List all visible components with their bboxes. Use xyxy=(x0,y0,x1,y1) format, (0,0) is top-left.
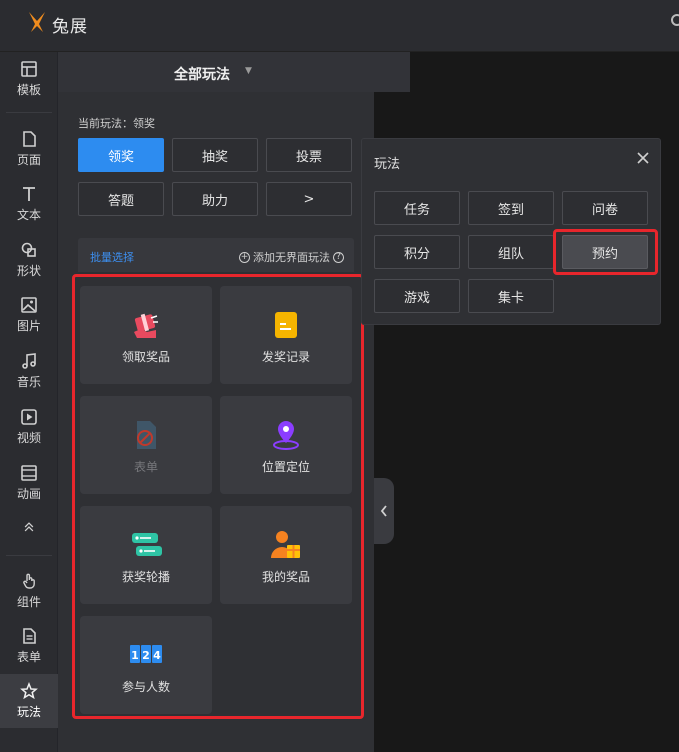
nav-divider xyxy=(6,555,52,556)
chevron-left-icon xyxy=(380,505,387,517)
popup-title: 玩法 xyxy=(374,157,401,172)
close-icon[interactable] xyxy=(636,151,650,165)
double-chevron-up-icon xyxy=(24,522,34,532)
nav-item-video[interactable]: 视频 xyxy=(0,400,58,454)
canvas-top-strip xyxy=(374,52,410,92)
page-icon xyxy=(23,131,36,147)
panel-header: 全部玩法 ▼ xyxy=(58,52,410,92)
top-bar: 兔展 xyxy=(0,0,679,52)
nav-label: 动画 xyxy=(16,487,41,501)
text-icon xyxy=(23,187,35,201)
add-play-label: 添加无界面玩法 xyxy=(253,251,330,264)
video-icon xyxy=(21,409,37,425)
nav-item-image[interactable]: 图片 xyxy=(0,288,58,342)
app-logo[interactable]: 兔展 xyxy=(26,10,88,38)
nav-item-play[interactable]: 玩法 xyxy=(0,674,58,728)
category-button-prize[interactable]: 领奖 xyxy=(78,138,164,172)
category-button-vote[interactable]: 投票 xyxy=(266,138,352,172)
nav-item-text[interactable]: 文本 xyxy=(0,177,58,231)
play-option-survey[interactable]: 问卷 xyxy=(562,191,648,225)
panel-title[interactable]: 全部玩法 xyxy=(174,64,230,84)
play-option-game[interactable]: 游戏 xyxy=(374,279,460,313)
nav-label: 图片 xyxy=(16,319,41,333)
batch-select-link[interactable]: 批量选择 xyxy=(90,249,134,265)
nav-item-form[interactable]: 表单 xyxy=(0,619,58,673)
current-play-label: 当前玩法：领奖 xyxy=(78,117,155,130)
nav-divider xyxy=(6,112,52,113)
panel-collapse-tab[interactable] xyxy=(374,478,394,544)
category-button-lottery[interactable]: 抽奖 xyxy=(172,138,258,172)
music-icon xyxy=(22,353,36,369)
nav-label: 表单 xyxy=(16,650,41,664)
nav-item-component[interactable]: 组件 xyxy=(0,564,58,618)
nav-label: 模板 xyxy=(16,83,41,97)
nav-label: 组件 xyxy=(16,595,41,609)
nav-label: 视频 xyxy=(16,431,41,445)
batch-toolbar: 批量选择 + 添加无界面玩法 ? xyxy=(78,238,354,272)
reservation-highlight-box xyxy=(553,229,658,275)
hand-pointer-icon xyxy=(23,573,35,589)
play-option-task[interactable]: 任务 xyxy=(374,191,460,225)
plus-circle-icon: + xyxy=(239,251,250,263)
shape-icon xyxy=(21,242,36,257)
caret-down-icon[interactable]: ▼ xyxy=(245,66,252,76)
cards-highlight-box xyxy=(72,274,364,719)
help-icon[interactable] xyxy=(671,14,679,26)
nav-item-shape[interactable]: 形状 xyxy=(0,233,58,287)
play-option-team[interactable]: 组队 xyxy=(468,235,554,269)
play-option-points[interactable]: 积分 xyxy=(374,235,460,269)
nav-item-template[interactable]: 模板 xyxy=(0,52,58,106)
nav-label: 音乐 xyxy=(16,375,41,389)
category-button-quiz[interactable]: 答题 xyxy=(78,182,164,216)
image-icon xyxy=(21,297,37,313)
add-headless-play-link[interactable]: + 添加无界面玩法 ? xyxy=(239,249,344,265)
nav-label: 文本 xyxy=(16,208,41,222)
app-name: 兔展 xyxy=(52,16,88,37)
star-icon xyxy=(20,682,38,700)
popup-arrow xyxy=(353,196,361,212)
rabbit-logo-icon xyxy=(29,12,45,32)
nav-item-page[interactable]: 页面 xyxy=(0,122,58,176)
left-sidebar: 模板 页面 文本 形状 图片 音乐 视频 动画 组件 表单 玩法 xyxy=(0,52,58,752)
category-more-button[interactable]: > xyxy=(266,182,352,216)
nav-collapse-up[interactable] xyxy=(0,512,58,548)
nav-label: 形状 xyxy=(16,264,41,278)
animation-icon xyxy=(21,465,37,481)
category-button-assist[interactable]: 助力 xyxy=(172,182,258,216)
nav-label: 页面 xyxy=(16,153,41,167)
play-option-card-collect[interactable]: 集卡 xyxy=(468,279,554,313)
nav-item-animation[interactable]: 动画 xyxy=(0,456,58,510)
template-icon xyxy=(21,61,37,77)
play-option-checkin[interactable]: 签到 xyxy=(468,191,554,225)
form-icon xyxy=(23,628,36,644)
question-circle-icon[interactable]: ? xyxy=(333,251,344,263)
nav-item-music[interactable]: 音乐 xyxy=(0,344,58,398)
nav-label: 玩法 xyxy=(16,705,41,719)
